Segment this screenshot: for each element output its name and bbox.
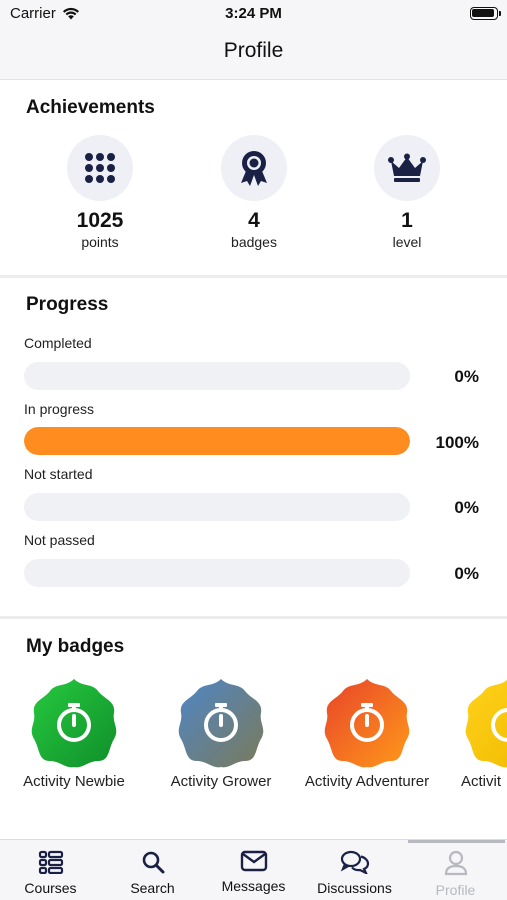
my-badges-title: My badges — [26, 636, 125, 657]
badge-label: Activit — [461, 773, 502, 790]
achievements-section: Achievements 1025 points 4 badges 1 leve… — [0, 81, 507, 275]
tab-search[interactable]: Search — [102, 840, 203, 900]
crown-icon — [388, 153, 426, 182]
stopwatch-icon — [465, 679, 507, 768]
achievements-title: Achievements — [26, 97, 155, 118]
badge-activity-grower[interactable]: Activity Grower — [156, 677, 286, 790]
award-ribbon-icon — [241, 151, 267, 186]
progress-notstarted-percent: 0% — [454, 498, 479, 517]
achievement-points: 1025 points — [40, 135, 160, 250]
badge-label: Activity Adventurer — [304, 773, 430, 790]
navigation-header: Carrier 3:24 PM Profile — [0, 0, 507, 80]
tab-label: Profile — [435, 882, 476, 898]
tab-profile[interactable]: Profile — [405, 840, 506, 900]
level-label: level — [392, 234, 422, 250]
tab-label: Discussions — [317, 880, 392, 896]
badges-label: badges — [231, 234, 277, 250]
courses-list-icon — [38, 850, 63, 874]
battery-icon — [470, 7, 501, 20]
points-value: 1025 — [76, 209, 124, 232]
progress-title: Progress — [26, 294, 109, 315]
points-icon-circle — [67, 135, 133, 201]
progress-notstarted-label: Not started — [24, 466, 93, 482]
level-icon-circle — [374, 135, 440, 201]
progress-inprogress-fill — [24, 427, 410, 455]
progress-completed-bar — [24, 362, 410, 390]
progress-notstarted-bar — [24, 493, 410, 521]
achievement-badges: 4 badges — [194, 135, 314, 250]
progress-inprogress-percent: 100% — [435, 433, 479, 452]
status-time: 3:24 PM — [225, 5, 282, 22]
progress-completed-label: Completed — [24, 335, 92, 351]
tab-discussions[interactable]: Discussions — [304, 840, 405, 900]
badge-label: Activity Newbie — [23, 773, 125, 790]
tab-courses[interactable]: Courses — [0, 840, 101, 900]
tab-label: Messages — [221, 878, 286, 894]
stopwatch-icon — [324, 679, 410, 768]
stopwatch-icon — [178, 679, 264, 768]
tab-label: Search — [130, 880, 175, 896]
progress-section: Progress Completed 0% In progress 100% N… — [0, 278, 507, 616]
progress-inprogress-label: In progress — [24, 401, 95, 417]
tab-bar: Courses Search Messages Discussions Prof… — [0, 839, 507, 900]
envelope-icon — [240, 850, 267, 872]
level-value: 1 — [401, 209, 413, 232]
grid-dots-icon — [85, 153, 115, 183]
progress-inprogress-bar — [24, 427, 410, 455]
progress-notpassed-bar — [24, 559, 410, 587]
chat-bubbles-icon — [340, 850, 369, 874]
badge-activity-newbie[interactable]: Activity Newbie — [9, 677, 139, 790]
user-icon — [444, 850, 467, 876]
progress-completed-percent: 0% — [454, 367, 479, 386]
tab-label: Courses — [24, 880, 77, 896]
badge-activity-adventurer[interactable]: Activity Adventurer — [302, 677, 432, 790]
search-icon — [142, 851, 164, 874]
profile-screen: Carrier 3:24 PM Profile Achievements 102… — [0, 0, 507, 900]
badges-value: 4 — [248, 209, 260, 232]
progress-notpassed-label: Not passed — [24, 532, 95, 548]
status-bar: Carrier 3:24 PM — [0, 0, 507, 28]
stopwatch-icon — [31, 679, 117, 768]
my-badges-section: My badges Activity Newbie Activity Growe… — [0, 619, 507, 834]
badges-icon-circle — [221, 135, 287, 201]
page-title: Profile — [223, 39, 284, 62]
progress-notpassed-percent: 0% — [454, 564, 479, 583]
achievement-level: 1 level — [347, 135, 467, 250]
badge-label: Activity Grower — [170, 773, 272, 790]
badge-activity-partial[interactable]: Activit — [440, 677, 507, 790]
tab-messages[interactable]: Messages — [203, 840, 304, 900]
points-label: points — [81, 234, 119, 250]
